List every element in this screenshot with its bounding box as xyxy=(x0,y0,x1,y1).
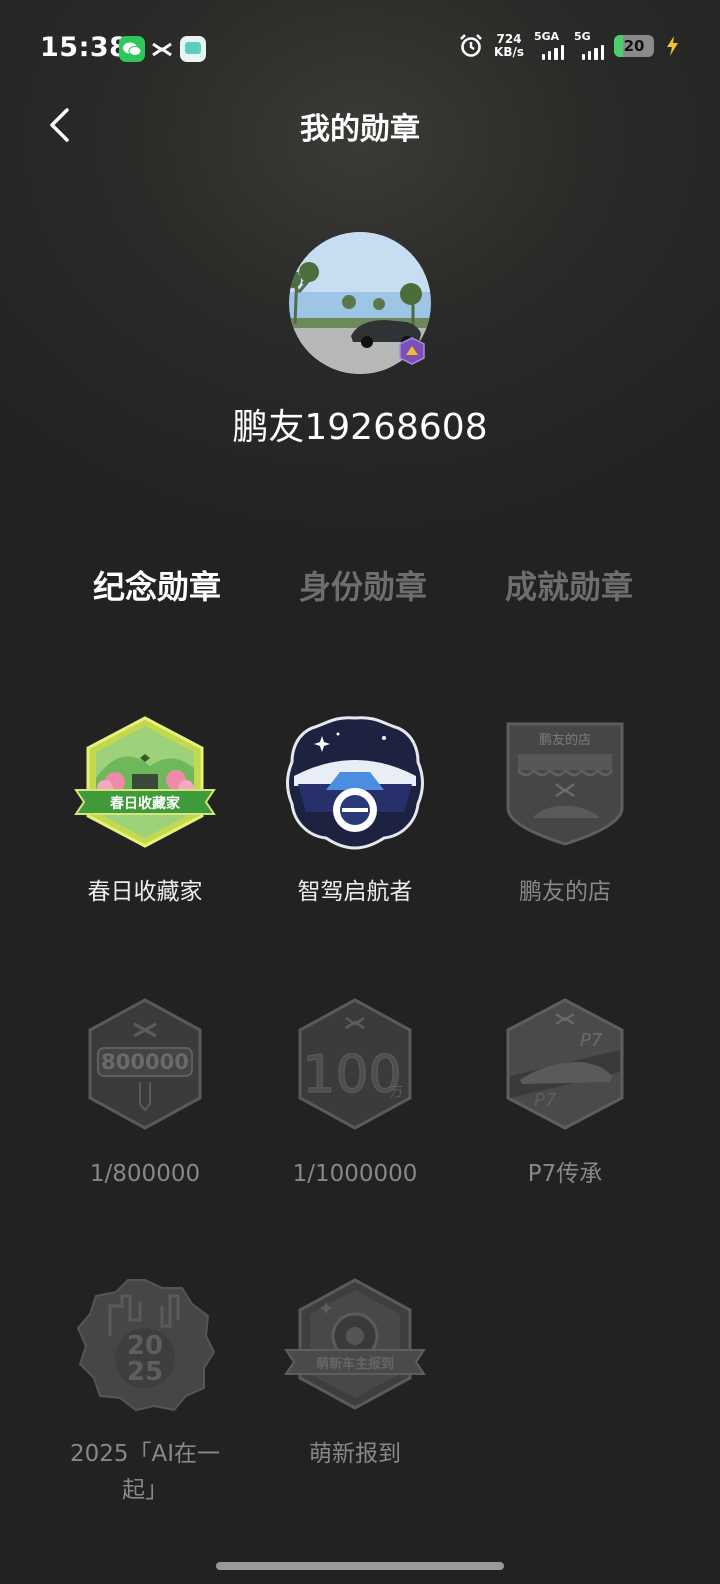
signal2-label: 5G xyxy=(574,30,591,43)
2025-ai-together-badge-icon: 20 25 xyxy=(76,1279,216,1412)
pengyou-store-badge-icon: 鹏友的店 xyxy=(506,722,624,846)
p7-legacy-badge-icon: P7 P7 xyxy=(506,998,624,1130)
page-title: 我的勋章 xyxy=(300,112,420,147)
badge-label: 春日收藏家 xyxy=(87,879,203,905)
badge-label: 2025「AI在一起」 xyxy=(69,1441,221,1503)
badge-mark-text-2: P7 xyxy=(534,1090,557,1111)
status-indicators: 724 KB/s 5GA 5G 20 xyxy=(458,30,680,60)
xpeng-icon xyxy=(149,36,175,62)
badge-1000000[interactable]: 100 万 1/1000000 xyxy=(250,996,460,1192)
home-indicator[interactable] xyxy=(216,1562,504,1570)
badge-label: 鹏友的店 xyxy=(519,879,611,905)
smart-driving-badge-icon xyxy=(286,716,424,850)
battery-level: 20 xyxy=(623,37,645,55)
net-speed-unit: KB/s xyxy=(494,45,524,59)
badge-unit-text: 万 xyxy=(390,1085,403,1100)
medal-tabs: 纪念勋章 身份勋章 成就勋章 xyxy=(0,562,720,612)
level-badge-icon xyxy=(399,337,425,365)
badge-2025-ai-together[interactable]: 20 25 2025「AI在一起」 xyxy=(40,1276,250,1508)
signal-icon: 5GA xyxy=(534,30,564,60)
badge-number-text: 800000 xyxy=(101,1050,189,1074)
status-bar: 15:38 724 KB/s 5GA 5G 20 xyxy=(0,0,720,96)
status-time: 15:38 xyxy=(40,32,129,63)
alarm-icon xyxy=(460,34,482,57)
badge-label: 智驾启航者 xyxy=(297,879,413,905)
badge-number-text: 100 xyxy=(302,1045,401,1105)
badge-smart-driving[interactable]: 智驾启航者 xyxy=(250,714,460,910)
badge-newbie-checkin[interactable]: 萌新车主报到 萌新报到 xyxy=(250,1276,460,1472)
newbie-checkin-badge-icon: 萌新车主报到 xyxy=(284,1278,426,1410)
badge-mark-text: P7 xyxy=(580,1030,603,1051)
tab-identity[interactable]: 身份勋章 xyxy=(299,562,427,608)
badge-ribbon-text: 萌新车主报到 xyxy=(316,1356,394,1372)
spring-collector-badge-icon: 春日收藏家 xyxy=(74,716,216,848)
badge-label: 1/800000 xyxy=(89,1161,201,1187)
1000000-badge-icon: 100 万 xyxy=(298,998,412,1130)
wechat-icon xyxy=(119,36,145,62)
badge-label: 1/1000000 xyxy=(292,1161,418,1187)
net-speed: 724 KB/s xyxy=(494,33,524,59)
username: 鹏友19268608 xyxy=(232,407,488,448)
badge-800000[interactable]: 800000 1/800000 xyxy=(40,996,250,1192)
badge-label: P7传承 xyxy=(527,1161,603,1187)
charging-icon xyxy=(667,36,678,56)
tab-commemorative[interactable]: 纪念勋章 xyxy=(93,562,221,608)
badge-ribbon-text: 春日收藏家 xyxy=(109,795,181,812)
signal1-label: 5GA xyxy=(534,30,560,43)
badge-year-bottom-text: 25 xyxy=(127,1357,163,1387)
badge-spring-collector[interactable]: 春日收藏家 春日收藏家 xyxy=(40,714,250,910)
battery-indicator: 20 xyxy=(614,35,654,57)
badge-pengyou-store[interactable]: 鹏友的店 鹏友的店 xyxy=(460,714,670,910)
chat-app-icon xyxy=(180,36,206,62)
badge-banner-text: 鹏友的店 xyxy=(539,732,591,748)
badge-label: 萌新报到 xyxy=(309,1441,401,1467)
800000-badge-icon: 800000 xyxy=(88,998,202,1130)
signal-icon: 5G xyxy=(574,30,604,60)
tab-achievement[interactable]: 成就勋章 xyxy=(505,562,633,608)
nav-header: 我的勋章 xyxy=(0,96,720,152)
badge-p7-legacy[interactable]: P7 P7 P7传承 xyxy=(460,996,670,1192)
